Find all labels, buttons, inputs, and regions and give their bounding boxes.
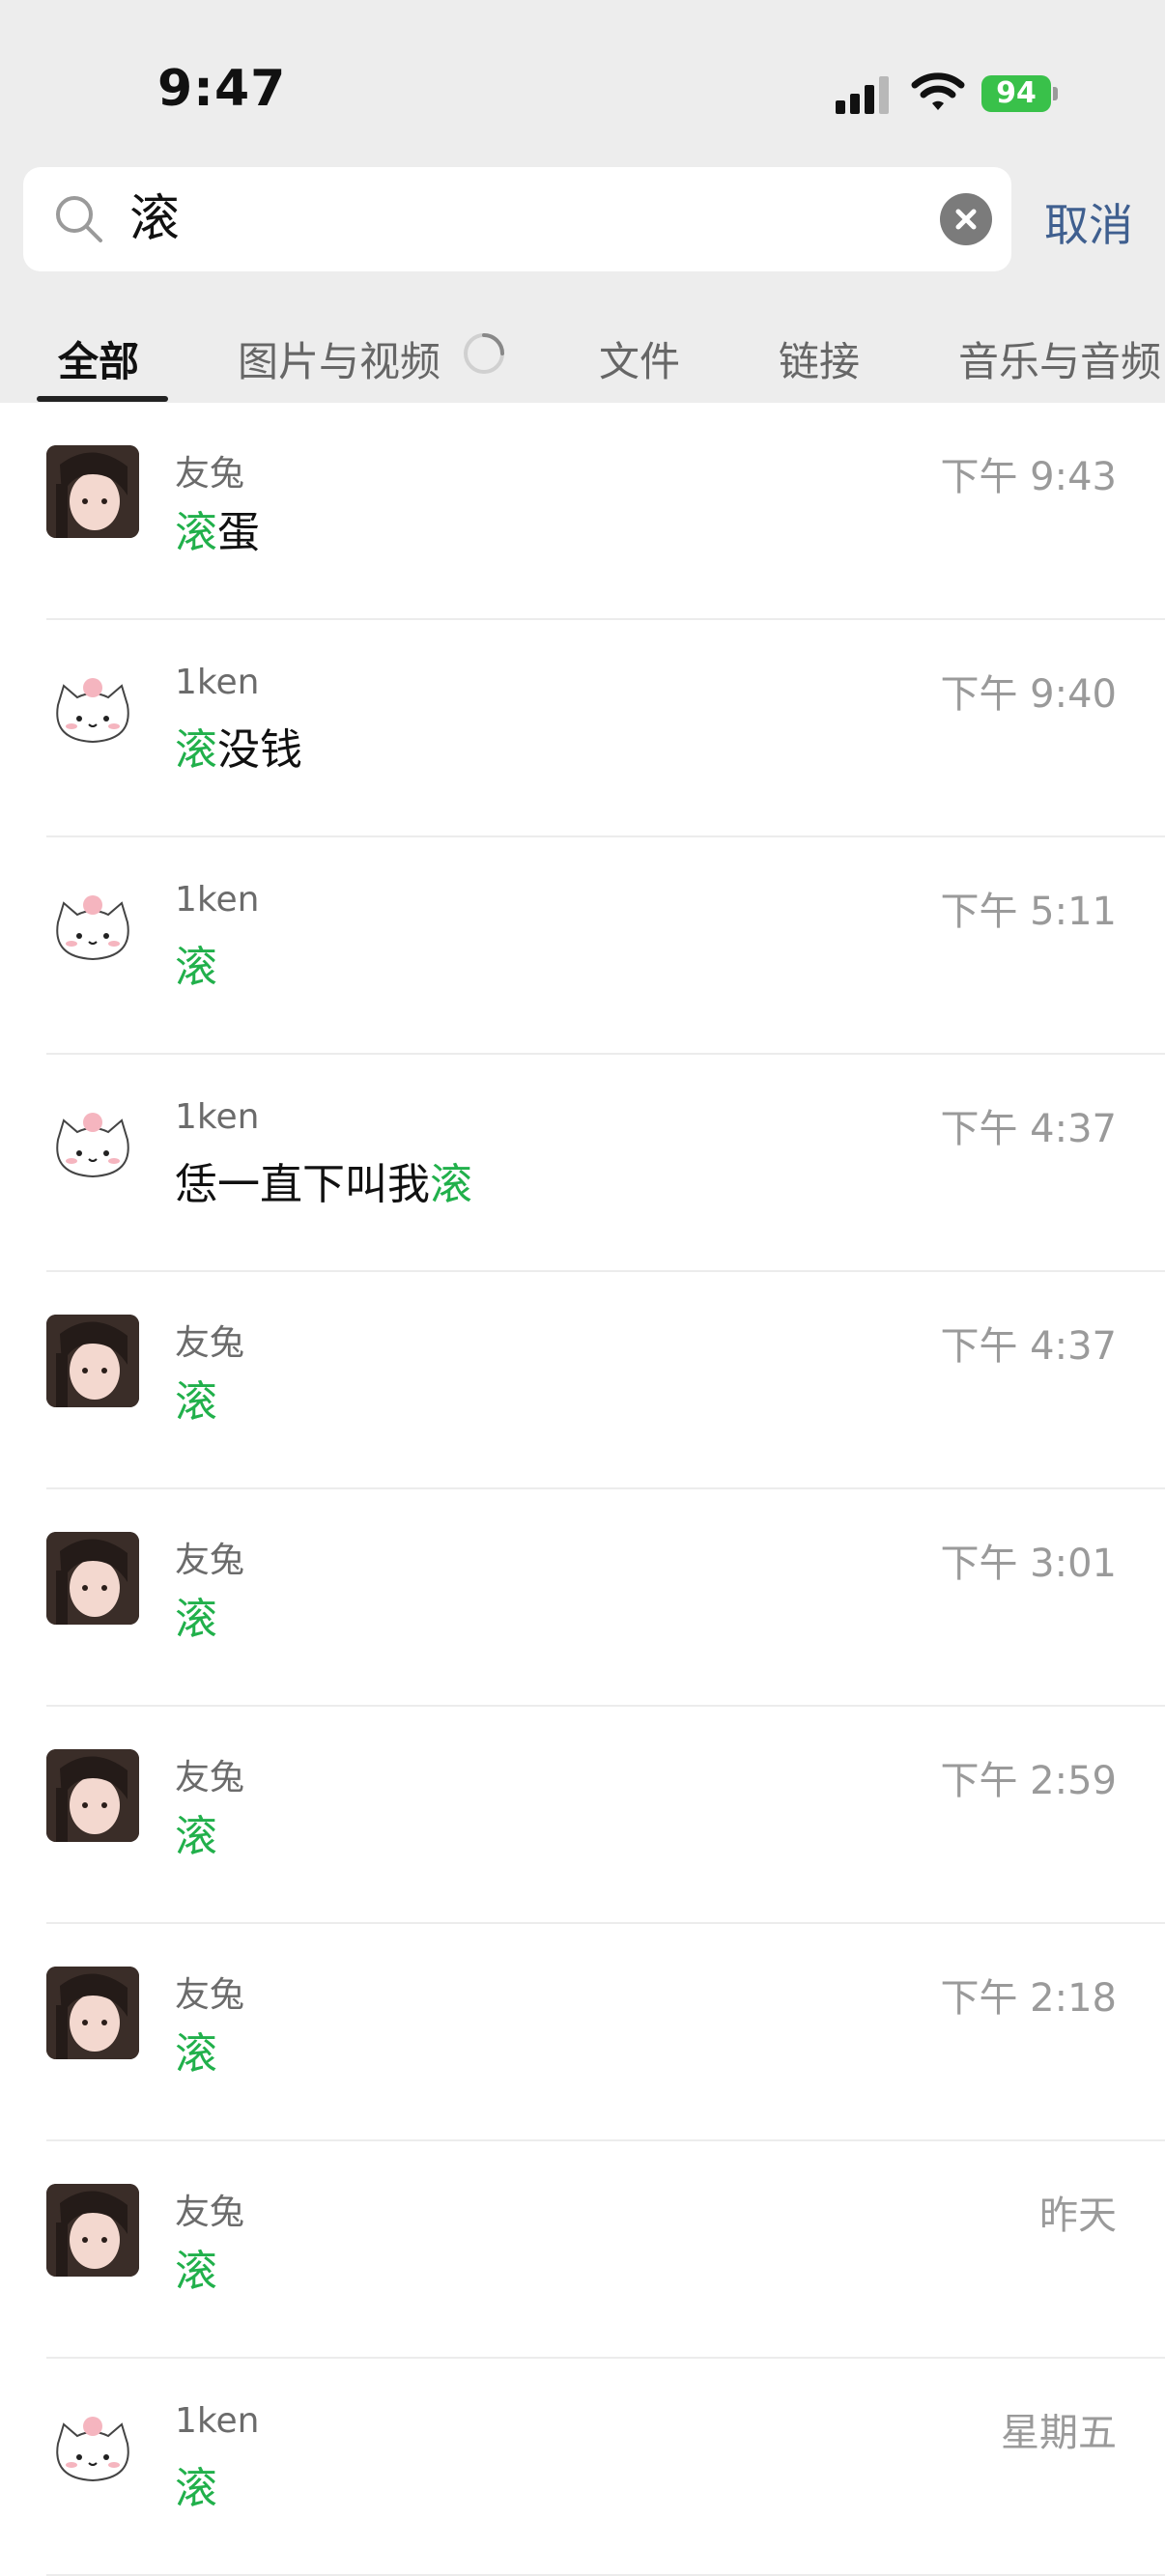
battery-icon: 94 bbox=[981, 75, 1059, 114]
search-field[interactable]: 滚 bbox=[23, 167, 1011, 271]
sender-name: 友兔 bbox=[175, 1541, 245, 1580]
match-highlight: 滚 bbox=[175, 2029, 217, 2079]
message-snippet: 滚 bbox=[175, 1584, 217, 1646]
avatar bbox=[46, 1097, 139, 1190]
sender-name: 友兔 bbox=[175, 1975, 245, 2015]
match-highlight: 滚 bbox=[175, 2247, 217, 2296]
filter-tabs: 全部 图片与视频 文件 链接 音乐与音频 bbox=[0, 314, 1165, 403]
message-text-after: 没钱 bbox=[217, 725, 302, 775]
message-text-before: 恁一直下叫我 bbox=[175, 1160, 430, 1209]
message-time: 下午 5:11 bbox=[940, 890, 1117, 934]
message-snippet: 滚 bbox=[175, 1801, 217, 1863]
message-snippet: 滚 bbox=[175, 932, 217, 994]
sender-name: 1ken bbox=[175, 880, 260, 920]
avatar bbox=[46, 1967, 139, 2059]
avatar bbox=[46, 445, 139, 538]
match-highlight: 滚 bbox=[175, 1812, 217, 1861]
active-tab-indicator bbox=[37, 396, 168, 402]
result-row[interactable]: 1ken 滚没钱 下午 9:40 bbox=[0, 620, 1165, 837]
message-snippet: 滚 bbox=[175, 1367, 217, 1429]
match-highlight: 滚 bbox=[175, 2464, 217, 2513]
avatar bbox=[46, 1749, 139, 1842]
clear-icon bbox=[955, 209, 977, 230]
message-snippet: 恁一直下叫我滚 bbox=[175, 1149, 472, 1211]
avatar bbox=[46, 2184, 139, 2277]
message-time: 下午 3:01 bbox=[940, 1542, 1117, 1586]
spinner-icon bbox=[464, 333, 504, 374]
match-highlight: 滚 bbox=[175, 1377, 217, 1427]
search-input[interactable]: 滚 bbox=[129, 188, 180, 250]
avatar bbox=[46, 663, 139, 755]
sender-name: 友兔 bbox=[175, 1758, 245, 1798]
girl-avatar-icon bbox=[46, 1532, 139, 1625]
status-bar: 9:47 94 bbox=[0, 0, 1165, 145]
sender-name: 友兔 bbox=[175, 454, 245, 494]
message-time: 下午 4:37 bbox=[940, 1324, 1117, 1369]
result-row[interactable]: 1ken 滚 星期五 bbox=[0, 2359, 1165, 2576]
cat-avatar-icon bbox=[46, 2401, 139, 2494]
match-highlight: 滚 bbox=[175, 725, 217, 775]
wifi-icon bbox=[911, 72, 965, 110]
cellular-signal-icon bbox=[836, 76, 889, 114]
result-row[interactable]: 友兔 滚 下午 3:01 bbox=[0, 1489, 1165, 1707]
result-row[interactable]: 1ken 滚 下午 5:11 bbox=[0, 837, 1165, 1055]
message-time: 下午 2:18 bbox=[940, 1976, 1117, 2021]
cat-avatar-icon bbox=[46, 1097, 139, 1190]
tab-music-audio[interactable]: 音乐与音频 bbox=[958, 329, 1161, 388]
clear-search-button[interactable] bbox=[940, 193, 992, 245]
message-time: 星期五 bbox=[1001, 2411, 1117, 2455]
message-time: 下午 9:40 bbox=[940, 672, 1117, 717]
search-header: 9:47 94 滚 取消 全部 图片与视频 文件 链接 音乐与音频 bbox=[0, 0, 1165, 403]
cat-avatar-icon bbox=[46, 663, 139, 755]
sender-name: 友兔 bbox=[175, 2193, 245, 2232]
message-time: 下午 4:37 bbox=[940, 1107, 1117, 1151]
sender-name: 友兔 bbox=[175, 1323, 245, 1363]
message-snippet: 滚没钱 bbox=[175, 715, 302, 777]
tab-all[interactable]: 全部 bbox=[58, 329, 139, 388]
cat-avatar-icon bbox=[46, 880, 139, 973]
result-row[interactable]: 友兔 滚 昨天 bbox=[0, 2141, 1165, 2359]
message-time: 下午 9:43 bbox=[940, 455, 1117, 499]
girl-avatar-icon bbox=[46, 1749, 139, 1842]
result-row[interactable]: 友兔 滚 下午 2:18 bbox=[0, 1924, 1165, 2141]
message-snippet: 滚 bbox=[175, 2236, 217, 2298]
tab-photos-videos[interactable]: 图片与视频 bbox=[238, 329, 440, 388]
girl-avatar-icon bbox=[46, 1315, 139, 1407]
message-snippet: 滚 bbox=[175, 2019, 217, 2081]
message-snippet: 滚 bbox=[175, 2453, 217, 2515]
message-time: 下午 2:59 bbox=[940, 1759, 1117, 1803]
avatar bbox=[46, 1315, 139, 1407]
match-highlight: 滚 bbox=[175, 943, 217, 992]
sender-name: 1ken bbox=[175, 1097, 260, 1137]
search-icon bbox=[56, 196, 102, 242]
cancel-button[interactable]: 取消 bbox=[1044, 190, 1133, 254]
message-time: 昨天 bbox=[1039, 2194, 1117, 2238]
girl-avatar-icon bbox=[46, 445, 139, 538]
match-highlight: 滚 bbox=[430, 1160, 472, 1209]
status-time: 9:47 bbox=[157, 60, 287, 118]
match-highlight: 滚 bbox=[175, 1595, 217, 1644]
avatar bbox=[46, 2401, 139, 2494]
battery-level: 94 bbox=[996, 76, 1037, 110]
result-row[interactable]: 1ken 恁一直下叫我滚 下午 4:37 bbox=[0, 1055, 1165, 1272]
avatar bbox=[46, 880, 139, 973]
girl-avatar-icon bbox=[46, 1967, 139, 2059]
match-highlight: 滚 bbox=[175, 508, 217, 557]
message-text-after: 蛋 bbox=[217, 508, 260, 557]
girl-avatar-icon bbox=[46, 2184, 139, 2277]
result-row[interactable]: 友兔 滚 下午 2:59 bbox=[0, 1707, 1165, 1924]
sender-name: 1ken bbox=[175, 663, 260, 702]
result-row[interactable]: 友兔 滚蛋 下午 9:43 bbox=[0, 403, 1165, 620]
sender-name: 1ken bbox=[175, 2401, 260, 2441]
tab-files[interactable]: 文件 bbox=[599, 329, 680, 388]
tab-links[interactable]: 链接 bbox=[779, 329, 860, 388]
result-row[interactable]: 友兔 滚 下午 4:37 bbox=[0, 1272, 1165, 1489]
message-snippet: 滚蛋 bbox=[175, 497, 260, 559]
avatar bbox=[46, 1532, 139, 1625]
